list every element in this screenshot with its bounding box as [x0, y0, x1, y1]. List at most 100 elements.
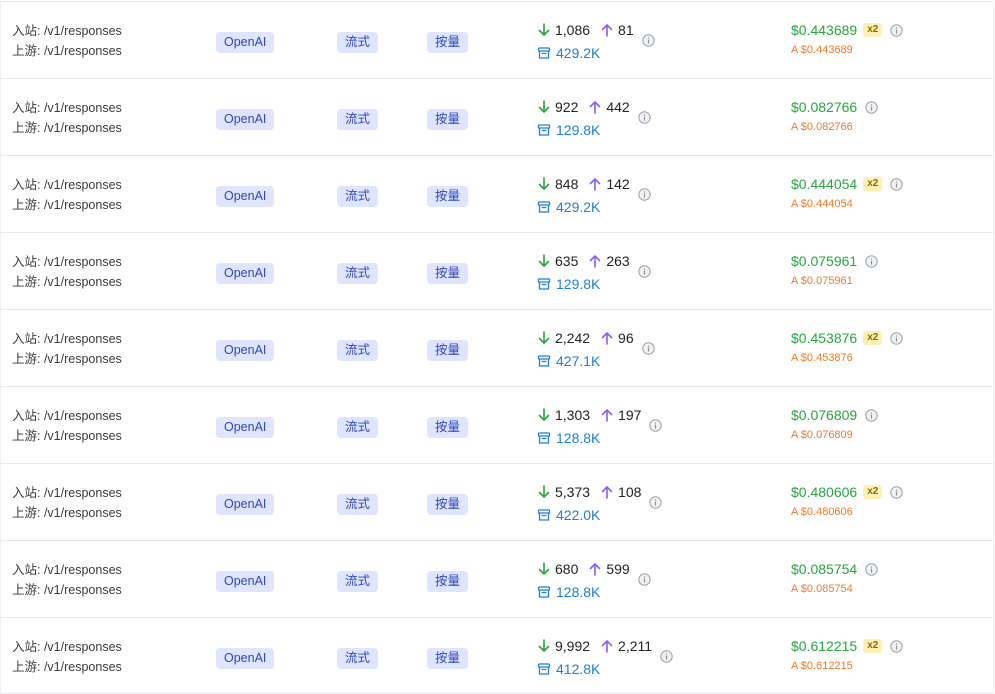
billing-mode-tag: 按量 [427, 494, 469, 515]
inbound-endpoint: 入站: /v1/responses [12, 255, 122, 269]
provider-tag: OpenAI [216, 340, 275, 361]
cache-value: 429.2K [556, 45, 601, 61]
archive-box-icon [537, 662, 551, 676]
account-price: A $0.076809 [791, 429, 853, 441]
info-circle-icon[interactable] [642, 34, 655, 47]
inbound-endpoint: 入站: /v1/responses [12, 563, 122, 577]
output-tokens: 142 [606, 176, 630, 192]
token-counts: 9,992 2,211 [537, 635, 652, 657]
output-tokens: 96 [618, 330, 634, 346]
info-circle-icon[interactable] [649, 419, 662, 432]
archive-box-icon [537, 123, 551, 137]
multiplier-badge: x2 [863, 485, 883, 499]
archive-box-icon [537, 200, 551, 214]
cache-value: 129.8K [556, 276, 601, 292]
upstream-endpoint: 上游: /v1/responses [12, 506, 122, 520]
price-cell: $0.076809 [791, 405, 878, 425]
billing-mode-tag: 按量 [427, 417, 469, 438]
price-value: $0.082766 [791, 99, 858, 115]
arrow-down-icon [537, 22, 551, 38]
price-cell: $0.480606 x2 [791, 482, 904, 502]
archive-box-icon [537, 431, 551, 445]
price-cell: $0.085754 [791, 559, 878, 579]
arrow-up-icon [588, 99, 602, 115]
stream-mode-tag: 流式 [337, 571, 379, 592]
account-price: A $0.612215 [791, 660, 853, 672]
multiplier-badge: x2 [863, 177, 883, 191]
info-circle-icon[interactable] [642, 342, 655, 355]
input-tokens: 2,242 [555, 330, 591, 346]
output-tokens: 442 [606, 99, 630, 115]
archive-box-icon [537, 46, 551, 60]
info-circle-icon[interactable] [649, 496, 662, 509]
arrow-down-icon [537, 330, 551, 346]
endpoint-info: 入站: /v1/responses 上游: /v1/responses [12, 406, 122, 446]
info-circle-icon[interactable] [660, 650, 673, 663]
info-circle-icon[interactable] [638, 265, 651, 278]
upstream-endpoint: 上游: /v1/responses [12, 44, 122, 58]
info-circle-icon[interactable] [638, 188, 651, 201]
info-circle-icon[interactable] [890, 177, 904, 191]
price-value: $0.612215 [791, 638, 858, 654]
archive-box-icon [537, 585, 551, 599]
provider-tag: OpenAI [216, 186, 275, 207]
billing-mode-tag: 按量 [427, 263, 469, 284]
info-circle-icon[interactable] [638, 573, 651, 586]
input-tokens: 922 [555, 99, 579, 115]
info-circle-icon[interactable] [865, 100, 878, 114]
cache-value: 422.0K [556, 507, 601, 523]
info-circle-icon[interactable] [638, 111, 651, 124]
price-cell: $0.443689 x2 [791, 20, 904, 40]
endpoint-info: 入站: /v1/responses 上游: /v1/responses [12, 21, 122, 61]
table-row: 入站: /v1/responses 上游: /v1/responses Open… [0, 386, 994, 463]
arrow-up-icon [588, 561, 602, 577]
account-price: A $0.480606 [791, 506, 853, 518]
cache-tokens: 129.8K [537, 274, 600, 294]
info-circle-icon[interactable] [865, 562, 878, 576]
cache-value: 429.2K [556, 199, 601, 215]
account-price: A $0.453876 [791, 352, 853, 364]
info-circle-icon[interactable] [890, 485, 904, 499]
upstream-endpoint: 上游: /v1/responses [12, 583, 122, 597]
arrow-up-icon [600, 330, 614, 346]
inbound-endpoint: 入站: /v1/responses [12, 409, 122, 423]
multiplier-badge: x2 [863, 331, 883, 345]
info-circle-icon[interactable] [890, 23, 904, 37]
output-tokens: 2,211 [618, 638, 653, 654]
arrow-down-icon [537, 99, 551, 115]
info-circle-icon[interactable] [890, 639, 904, 653]
billing-mode-tag: 按量 [427, 109, 469, 130]
endpoint-info: 入站: /v1/responses 上游: /v1/responses [12, 175, 122, 215]
billing-mode-tag: 按量 [427, 340, 469, 361]
price-cell: $0.082766 [791, 97, 878, 117]
table-row: 入站: /v1/responses 上游: /v1/responses Open… [0, 232, 994, 309]
upstream-endpoint: 上游: /v1/responses [12, 121, 122, 135]
archive-box-icon [537, 354, 551, 368]
input-tokens: 680 [555, 561, 579, 577]
billing-mode-tag: 按量 [427, 648, 469, 669]
endpoint-info: 入站: /v1/responses 上游: /v1/responses [12, 637, 122, 677]
info-circle-icon[interactable] [865, 254, 878, 268]
price-cell: $0.612215 x2 [791, 636, 904, 656]
arrow-up-icon [600, 484, 614, 500]
token-counts: 680 599 [537, 558, 630, 580]
info-circle-icon[interactable] [890, 331, 904, 345]
provider-tag: OpenAI [216, 571, 275, 592]
output-tokens: 108 [618, 484, 642, 500]
table-row: 入站: /v1/responses 上游: /v1/responses Open… [0, 540, 994, 617]
arrow-down-icon [537, 253, 551, 269]
input-tokens: 848 [555, 176, 579, 192]
stream-mode-tag: 流式 [337, 263, 379, 284]
account-price: A $0.444054 [791, 198, 853, 210]
cache-value: 128.8K [556, 584, 601, 600]
output-tokens: 263 [606, 253, 630, 269]
inbound-endpoint: 入站: /v1/responses [12, 101, 122, 115]
endpoint-info: 入站: /v1/responses 上游: /v1/responses [12, 329, 122, 369]
token-counts: 1,086 81 [537, 19, 634, 41]
info-circle-icon[interactable] [865, 408, 878, 422]
upstream-endpoint: 上游: /v1/responses [12, 352, 122, 366]
token-counts: 5,373 108 [537, 481, 641, 503]
input-tokens: 1,086 [555, 22, 591, 38]
account-price: A $0.075961 [791, 275, 853, 287]
token-counts: 922 442 [537, 96, 630, 118]
